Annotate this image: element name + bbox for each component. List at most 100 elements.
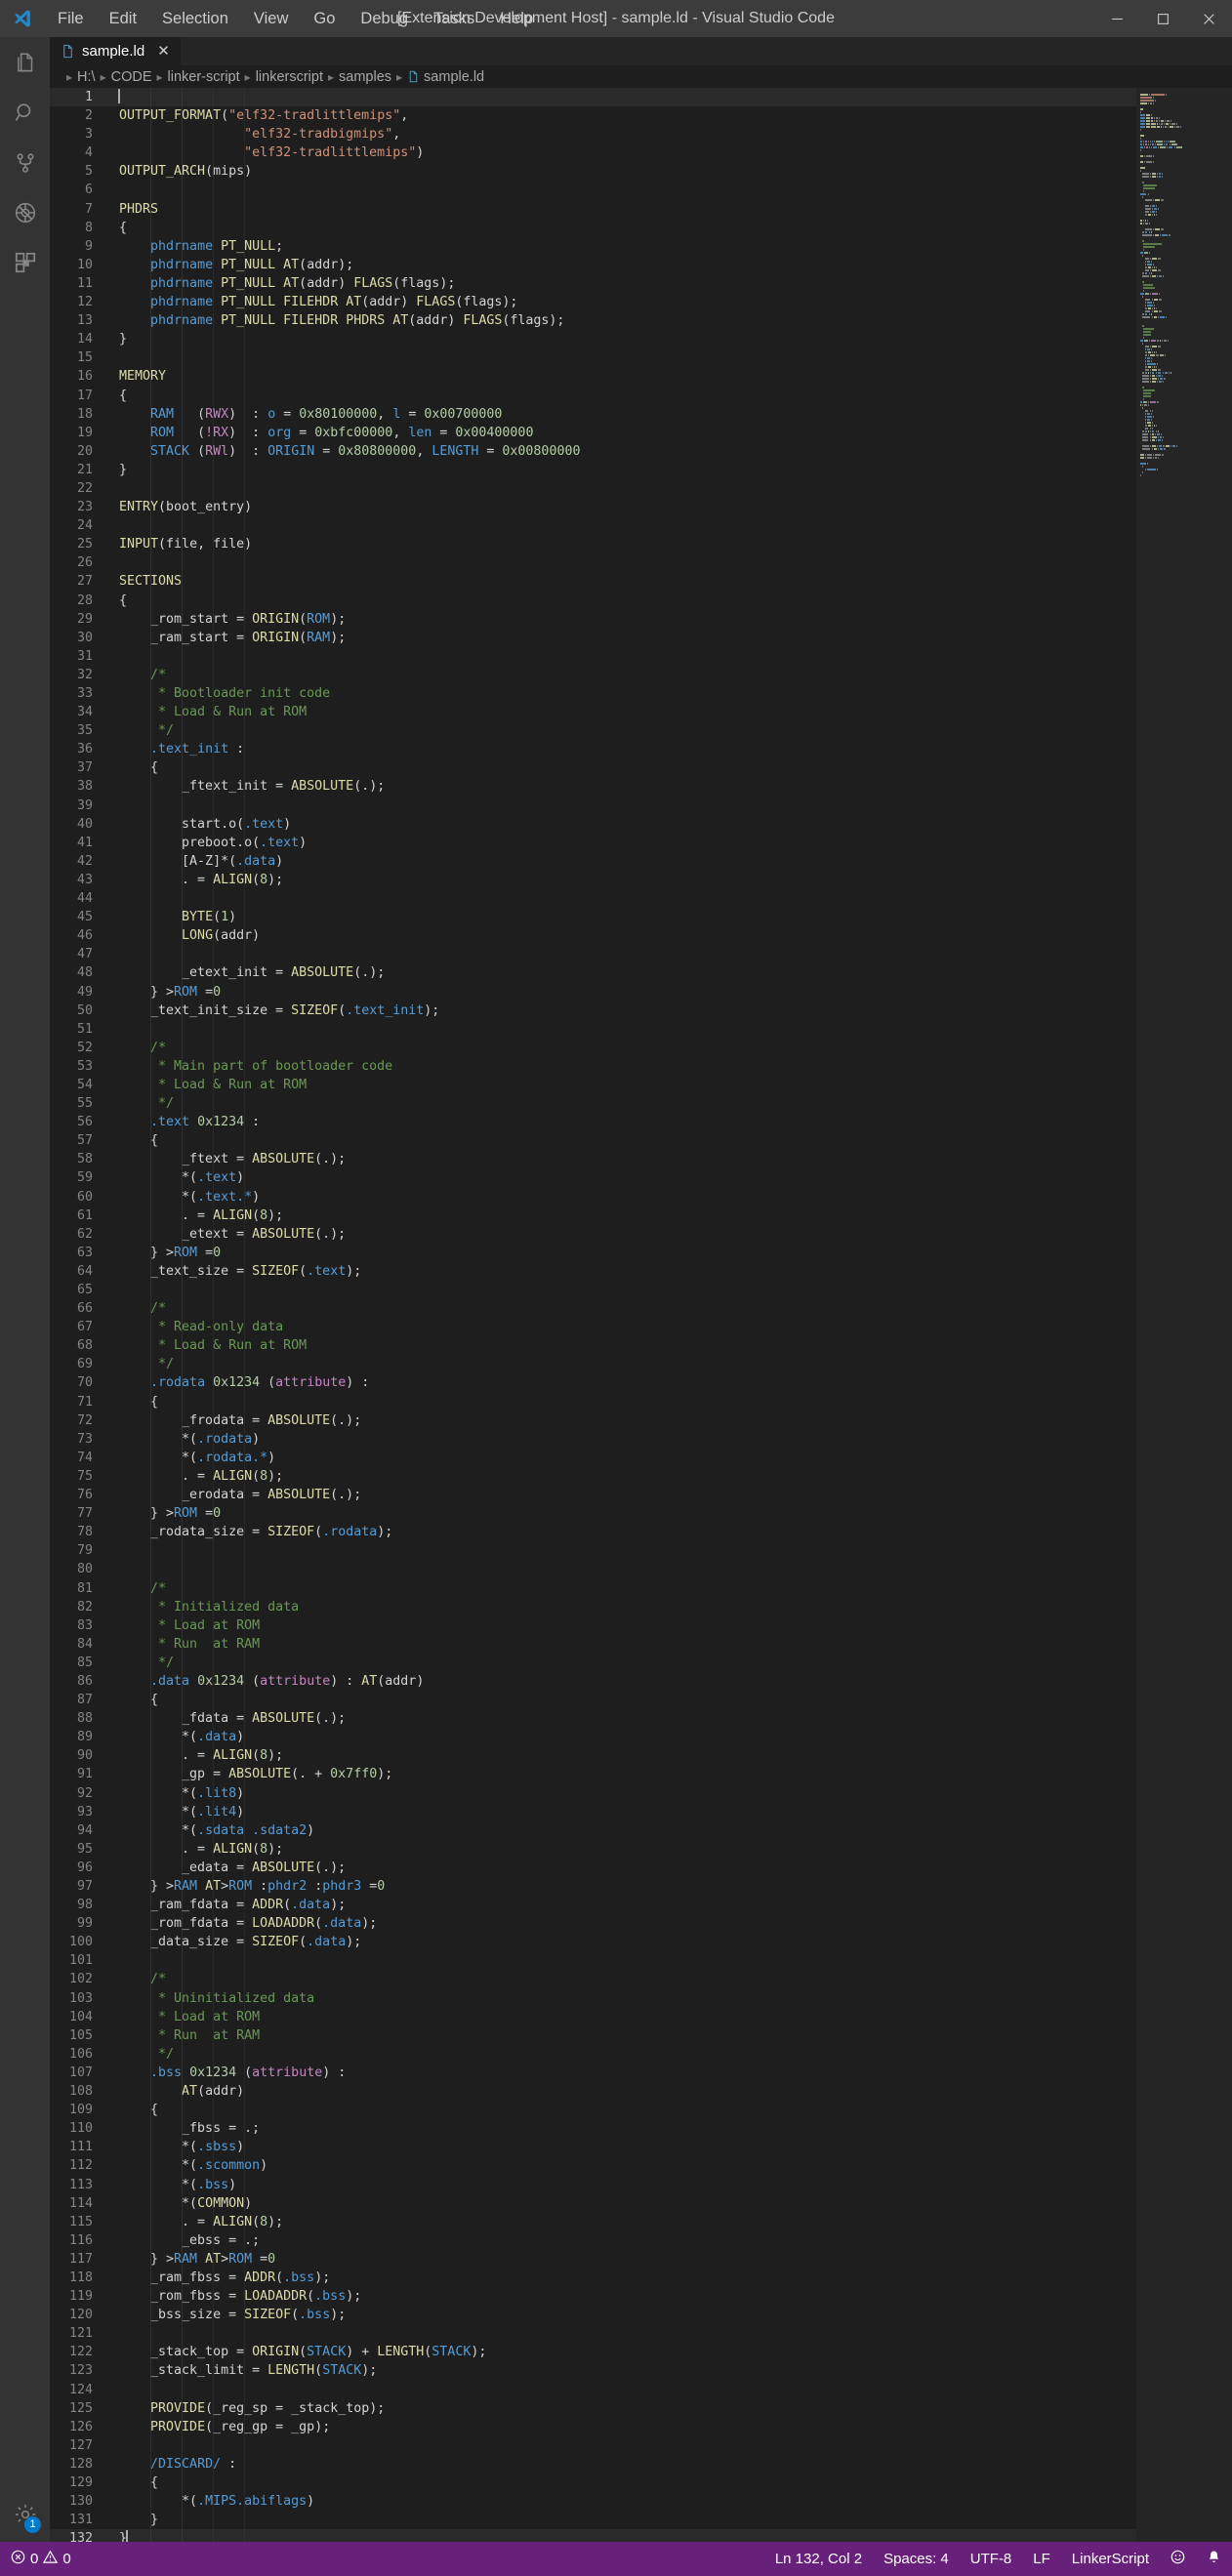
code-line-content[interactable]: _gp = ABSOLUTE(. + 0x7ff0); <box>110 1765 1136 1783</box>
code-line-content[interactable]: { <box>110 1131 1136 1150</box>
code-line-content[interactable]: * Load & Run at ROM <box>110 1076 1136 1094</box>
code-line-content[interactable]: *(.text.*) <box>110 1188 1136 1206</box>
code-line-content[interactable]: *(COMMON) <box>110 2194 1136 2213</box>
code-line-content[interactable]: { <box>110 1691 1136 1709</box>
status-encoding[interactable]: UTF-8 <box>960 2542 1023 2576</box>
code-line-content[interactable]: * Uninitialized data <box>110 1989 1136 2008</box>
sidebar-item-source-control[interactable] <box>0 141 50 190</box>
code-line-content[interactable] <box>110 1541 1136 1560</box>
menu-view[interactable]: View <box>241 6 301 31</box>
code-line-content[interactable]: _etext = ABSOLUTE(.); <box>110 1225 1136 1244</box>
code-line-content[interactable] <box>110 516 1136 535</box>
code-line-content[interactable]: */ <box>110 1654 1136 1672</box>
code-line-content[interactable] <box>110 945 1136 963</box>
code-line-content[interactable]: . = ALIGN(8); <box>110 1840 1136 1859</box>
code-line-content[interactable] <box>110 647 1136 666</box>
code-line-content[interactable]: PROVIDE(_reg_sp = _stack_top); <box>110 2399 1136 2418</box>
code-line-content[interactable]: start.o(.text) <box>110 815 1136 834</box>
code-line-content[interactable]: _etext_init = ABSOLUTE(.); <box>110 963 1136 982</box>
code-line-content[interactable]: */ <box>110 1355 1136 1373</box>
code-line-content[interactable]: AT(addr) <box>110 2082 1136 2101</box>
code-line-content[interactable] <box>110 479 1136 498</box>
code-line-content[interactable]: _ram_start = ORIGIN(RAM); <box>110 629 1136 647</box>
code-line-content[interactable]: _text_init_size = SIZEOF(.text_init); <box>110 1002 1136 1020</box>
manage-settings-button[interactable]: 1 <box>0 2492 50 2542</box>
code-line-content[interactable] <box>110 1020 1136 1039</box>
code-line-content[interactable]: { <box>110 2101 1136 2119</box>
code-line-content[interactable]: _rodata_size = SIZEOF(.rodata); <box>110 1523 1136 1541</box>
menu-go[interactable]: Go <box>301 6 348 31</box>
code-line-content[interactable]: */ <box>110 721 1136 740</box>
status-indentation[interactable]: Spaces: 4 <box>873 2542 960 2576</box>
code-line-content[interactable]: "elf32-tradbigmips", <box>110 125 1136 143</box>
code-line-content[interactable]: } <box>110 461 1136 479</box>
code-line-content[interactable]: _rom_fbss = LOADADDR(.bss); <box>110 2287 1136 2306</box>
code-line-content[interactable]: ENTRY(boot_entry) <box>110 498 1136 516</box>
code-line-content[interactable]: _fdata = ABSOLUTE(.); <box>110 1709 1136 1728</box>
breadcrumb-item-samples[interactable]: samples <box>339 69 391 85</box>
code-line-content[interactable]: } >ROM =0 <box>110 1244 1136 1262</box>
breadcrumb-item-linkerscript[interactable]: linkerscript <box>256 69 323 85</box>
code-line-content[interactable]: _ftext_init = ABSOLUTE(.); <box>110 777 1136 796</box>
code-line-content[interactable]: } <box>110 2511 1136 2529</box>
code-line-content[interactable]: /* <box>110 1579 1136 1598</box>
code-line-content[interactable]: "elf32-tradlittlemips") <box>110 143 1136 162</box>
breadcrumb[interactable]: ▸ H:\ ▸ CODE ▸ linker-script ▸ linkerscr… <box>50 65 1232 88</box>
code-line-content[interactable]: _ram_fdata = ADDR(.data); <box>110 1896 1136 1914</box>
code-line-content[interactable]: *(.sbss) <box>110 2138 1136 2156</box>
code-line-content[interactable]: _bss_size = SIZEOF(.bss); <box>110 2306 1136 2324</box>
code-line-content[interactable]: _frodata = ABSOLUTE(.); <box>110 1411 1136 1430</box>
code-scroll-area[interactable]: 1 2 OUTPUT_FORMAT("elf32-tradlittlemips", 3… <box>50 88 1136 2542</box>
close-icon[interactable]: ✕ <box>157 44 170 59</box>
code-line-content[interactable]: _stack_top = ORIGIN(STACK) + LENGTH(STAC… <box>110 2343 1136 2361</box>
code-line-content[interactable]: _text_size = SIZEOF(.text); <box>110 1262 1136 1281</box>
status-problems[interactable]: 0 0 <box>0 2542 82 2576</box>
tab-sample-ld[interactable]: sample.ld ✕ <box>50 37 182 65</box>
code-line-content[interactable]: . = ALIGN(8); <box>110 1467 1136 1486</box>
code-line-content[interactable]: { <box>110 592 1136 610</box>
code-line-content[interactable]: { <box>110 387 1136 405</box>
status-notifications[interactable] <box>1196 2542 1232 2576</box>
breadcrumb-item-code[interactable]: CODE <box>111 69 152 85</box>
code-line-content[interactable]: /DISCARD/ : <box>110 2455 1136 2474</box>
code-line-content[interactable]: .text_init : <box>110 740 1136 758</box>
code-line-content[interactable]: .data 0x1234 (attribute) : AT(addr) <box>110 1672 1136 1691</box>
code-line-content[interactable]: * Run at RAM <box>110 2026 1136 2045</box>
code-line-content[interactable] <box>110 797 1136 815</box>
code-line-content[interactable] <box>110 1281 1136 1299</box>
code-line-content[interactable]: PROVIDE(_reg_gp = _gp); <box>110 2418 1136 2436</box>
code-line-content[interactable]: _ebss = .; <box>110 2231 1136 2250</box>
status-feedback[interactable] <box>1160 2542 1196 2576</box>
menu-tasks[interactable]: Tasks <box>421 6 487 31</box>
breadcrumb-item-root[interactable]: H:\ <box>77 69 96 85</box>
breadcrumb-item-linker-script[interactable]: linker-script <box>168 69 240 85</box>
sidebar-item-debug[interactable] <box>0 190 50 240</box>
code-line-content[interactable]: * Main part of bootloader code <box>110 1057 1136 1076</box>
code-line-content[interactable]: . = ALIGN(8); <box>110 871 1136 889</box>
code-line-content[interactable]: phdrname PT_NULL; <box>110 237 1136 256</box>
code-line-content[interactable]: phdrname PT_NULL FILEHDR PHDRS AT(addr) … <box>110 311 1136 330</box>
code-line-content[interactable]: ROM (!RX) : org = 0xbfc00000, len = 0x00… <box>110 424 1136 442</box>
code-line-content[interactable]: PHDRS <box>110 200 1136 219</box>
breadcrumb-item-file[interactable]: sample.ld <box>407 69 484 85</box>
code-line-content[interactable]: . = ALIGN(8); <box>110 1206 1136 1225</box>
status-eol[interactable]: LF <box>1022 2542 1061 2576</box>
code-line-content[interactable]: phdrname PT_NULL AT(addr); <box>110 256 1136 274</box>
sidebar-item-explorer[interactable] <box>0 41 50 91</box>
code-line-content[interactable]: /* <box>110 1039 1136 1057</box>
code-line-content[interactable]: _ftext = ABSOLUTE(.); <box>110 1150 1136 1168</box>
code-line-content[interactable]: OUTPUT_FORMAT("elf32-tradlittlemips", <box>110 106 1136 125</box>
code-line-content[interactable]: _data_size = SIZEOF(.data); <box>110 1933 1136 1951</box>
close-button[interactable] <box>1186 0 1232 37</box>
code-line-content[interactable]: /* <box>110 666 1136 684</box>
code-line-content[interactable]: } >RAM AT>ROM =0 <box>110 2250 1136 2269</box>
code-line-content[interactable] <box>110 889 1136 908</box>
menu-file[interactable]: File <box>45 6 97 31</box>
code-line-content[interactable]: } <box>110 330 1136 348</box>
minimize-button[interactable] <box>1094 0 1140 37</box>
code-line-content[interactable]: * Load & Run at ROM <box>110 703 1136 721</box>
window-controls[interactable] <box>1094 0 1232 37</box>
code-line-content[interactable]: _ram_fbss = ADDR(.bss); <box>110 2269 1136 2287</box>
code-line-content[interactable]: MEMORY <box>110 367 1136 386</box>
code-line-content[interactable]: * Read-only data <box>110 1318 1136 1336</box>
